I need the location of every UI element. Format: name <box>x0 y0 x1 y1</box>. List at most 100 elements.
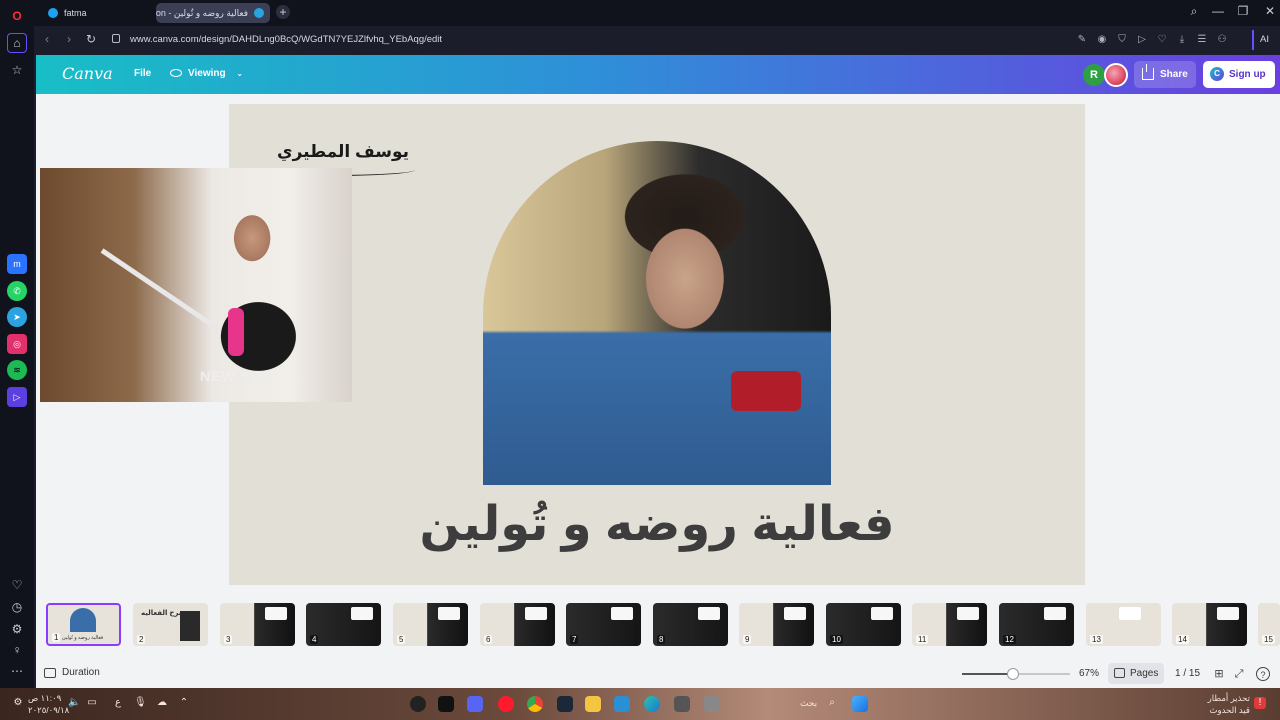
discord-icon[interactable] <box>467 696 483 712</box>
volume-icon[interactable]: 🔈 <box>68 697 80 709</box>
edge-icon[interactable] <box>644 696 660 712</box>
search-tabs-icon[interactable]: ⌕ <box>1186 4 1202 19</box>
avatar[interactable] <box>1104 63 1128 87</box>
task-view-icon[interactable] <box>674 696 690 712</box>
weather-subtitle[interactable]: قيد الحدوث <box>1210 705 1250 716</box>
pages-button[interactable]: Pages <box>1108 663 1164 684</box>
thumbnail-number: 2 <box>137 635 146 644</box>
settings-tray-icon[interactable]: ⚙ <box>12 697 24 709</box>
tab-canva[interactable]: فعالية روضه و تُولين - Presentation <box>156 3 270 23</box>
chrome-icon[interactable] <box>527 696 543 712</box>
menu-icon[interactable]: ☰ <box>1196 34 1208 46</box>
thumbnail-page-8[interactable]: 8 <box>653 603 728 646</box>
tiktok-icon[interactable] <box>438 696 454 712</box>
vscode-icon[interactable] <box>614 696 630 712</box>
thumbnail-page-15[interactable]: 15 <box>1258 603 1280 646</box>
duration-button[interactable]: Duration <box>44 667 100 678</box>
cloud-tray-icon[interactable]: ☁ <box>156 697 168 709</box>
thumbnail-number: 13 <box>1090 635 1103 644</box>
settings-icon[interactable]: ⚙ <box>7 619 27 639</box>
taskbar-search[interactable]: بحث <box>800 698 817 709</box>
language-indicator[interactable]: ع <box>112 697 124 709</box>
back-icon[interactable]: ‹ <box>40 32 54 46</box>
tab-fatma[interactable]: fatma <box>42 3 154 23</box>
lightbulb-icon[interactable]: ♀ <box>7 640 27 660</box>
app-icon[interactable] <box>410 696 426 712</box>
viewing-menu[interactable]: Viewing ⌄ <box>170 68 243 79</box>
file-menu[interactable]: File <box>134 68 151 79</box>
more-icon[interactable]: ⋯ <box>7 661 27 681</box>
thumbnail-page-9[interactable]: 9 <box>739 603 814 646</box>
page-counter: 1 / 15 <box>1175 668 1201 679</box>
heart-icon[interactable]: ♡ <box>1156 34 1168 46</box>
thumbnail-page-12[interactable]: 12 <box>999 603 1074 646</box>
chevron-up-icon[interactable]: ⌃ <box>178 697 190 709</box>
thumbnail-page-5[interactable]: 5 <box>393 603 468 646</box>
zoom-value[interactable]: 67% <box>1079 668 1099 679</box>
thumbnail-page-6[interactable]: 6 <box>480 603 555 646</box>
portrait-photo <box>483 141 831 485</box>
tab-bar: fatma فعالية روضه و تُولين - Presentatio… <box>34 0 1280 26</box>
messenger-icon[interactable]: m <box>7 254 27 274</box>
download-icon[interactable]: ⤓ <box>1176 34 1188 46</box>
weather-title[interactable]: تحذير أمطار <box>1208 693 1250 704</box>
grid-view-icon[interactable]: ⊞ <box>1212 667 1226 681</box>
zoom-slider[interactable] <box>962 668 1070 680</box>
thumbnail-page-2[interactable]: شرح الفعاليه 2 <box>133 603 208 646</box>
thumbnail-number: 1 <box>52 633 61 642</box>
heart-icon[interactable]: ♡ <box>7 575 27 595</box>
opera-logo-icon[interactable]: O <box>7 6 27 26</box>
clock-time[interactable]: ١١:٠٩ ص <box>28 693 61 704</box>
edit-icon[interactable]: ✎ <box>1076 34 1088 46</box>
search-icon[interactable]: ⌕ <box>826 697 838 709</box>
canva-logo[interactable]: Canva <box>62 64 113 83</box>
profile-icon[interactable]: ⚇ <box>1216 34 1228 46</box>
thumbnail-page-3[interactable]: 3 <box>220 603 295 646</box>
instagram-icon[interactable]: ◎ <box>7 334 27 354</box>
close-button[interactable]: ✕ <box>1262 4 1278 18</box>
start-button[interactable] <box>852 696 868 712</box>
thumbnail-page-11[interactable]: 11 <box>912 603 987 646</box>
thumbnail-page-4[interactable]: 4 <box>306 603 381 646</box>
fullscreen-icon[interactable]: ⤢ <box>1232 667 1246 681</box>
thumbnail-page-1[interactable]: فعالية روضه و تُولين 1 <box>46 603 121 646</box>
thumbnail-text: فعالية روضه و تُولين <box>62 635 104 641</box>
telegram-icon[interactable]: ➤ <box>7 307 27 327</box>
mic-tray-icon[interactable]: 🎙 <box>134 697 147 709</box>
restore-button[interactable]: ❐ <box>1235 4 1251 18</box>
minimize-button[interactable]: — <box>1210 4 1226 18</box>
spotify-icon[interactable]: ≋ <box>7 360 27 380</box>
star-icon[interactable]: ☆ <box>7 60 27 80</box>
file-explorer-icon[interactable] <box>585 696 601 712</box>
player-icon[interactable]: ▷ <box>7 387 27 407</box>
steam-icon[interactable] <box>557 696 573 712</box>
help-icon[interactable]: ? <box>1256 667 1270 681</box>
history-icon[interactable]: ◷ <box>7 597 27 617</box>
weather-warning-icon[interactable]: ! <box>1254 697 1266 709</box>
avatar-initial[interactable]: R <box>1083 64 1105 86</box>
opera-taskbar-icon[interactable] <box>498 696 514 712</box>
thumbnail-page-14[interactable]: 14 <box>1172 603 1247 646</box>
new-tab-button[interactable]: + <box>276 5 290 19</box>
reload-icon[interactable]: ↻ <box>84 32 98 46</box>
adblock-icon[interactable]: ⛉ <box>1116 34 1128 46</box>
url-field[interactable]: www.canva.com/design/DAHDLng0BcQ/WGdTN7Y… <box>130 31 530 49</box>
thumbnail-page-13[interactable]: 13 <box>1086 603 1161 646</box>
thumbnail-page-10[interactable]: 10 <box>826 603 901 646</box>
whatsapp-icon[interactable]: ✆ <box>7 281 27 301</box>
address-bar-row: ‹ › ↻ www.canva.com/design/DAHDLng0BcQ/W… <box>34 26 1280 54</box>
camera-icon[interactable]: ◉ <box>1096 34 1108 46</box>
forward-icon[interactable]: › <box>62 32 76 46</box>
thumbnail-number: 8 <box>657 635 666 644</box>
slide-canvas[interactable]: يوسف المطيري فعالية روضه و تُولين <box>229 104 1085 585</box>
zoom-slider-handle[interactable] <box>1006 668 1019 680</box>
play-icon[interactable]: ▷ <box>1136 34 1148 46</box>
share-button[interactable]: Share <box>1134 61 1196 88</box>
thumbnail-page-7[interactable]: 7 <box>566 603 641 646</box>
widgets-icon[interactable] <box>704 696 720 712</box>
network-icon[interactable]: ▭ <box>86 697 98 709</box>
clock-date[interactable]: ٢٠٢٥/٠٩/١٨ <box>28 705 69 716</box>
sign-up-button[interactable]: C Sign up <box>1203 61 1275 88</box>
home-icon[interactable]: ⌂ <box>7 33 27 53</box>
ai-button[interactable]: AI <box>1252 30 1278 50</box>
